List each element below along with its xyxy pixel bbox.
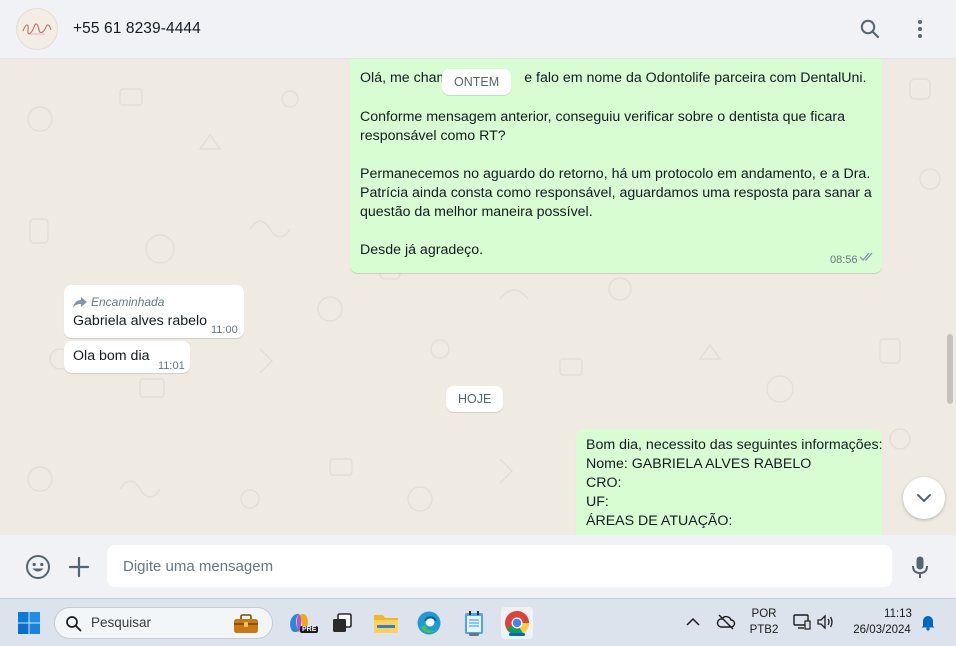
incoming-message[interactable]: Encaminhada Gabriela alves rabelo 11:00 — [64, 285, 244, 338]
message-text: Olá, me cham e falo em nome da Odontolif… — [360, 69, 866, 88]
forwarded-label: Encaminhada — [91, 295, 165, 309]
message-line: questão da melhor maneira possível. — [360, 204, 593, 220]
contact-avatar[interactable] — [16, 8, 58, 50]
message-input[interactable] — [107, 545, 892, 587]
volume-icon[interactable] — [816, 612, 836, 632]
forwarded-indicator: Encaminhada — [73, 293, 164, 312]
read-ticks-icon — [859, 252, 873, 261]
chat-header: +55 61 8239-4444 — [0, 0, 956, 59]
taskbar-notepad[interactable] — [458, 607, 490, 639]
forward-arrow-icon — [73, 297, 87, 308]
network-icon[interactable] — [792, 612, 812, 632]
date-separator-yesterday: ONTEM — [442, 69, 512, 95]
task-view-icon — [333, 613, 352, 632]
message-line: Nome: GABRIELA ALVES RABELO — [586, 456, 812, 472]
edge-browser-icon — [417, 611, 441, 635]
taskbar-chrome[interactable] — [501, 607, 533, 639]
windows-taskbar: Pesquisar PRE POR PTB2 11:13 26/03/2024 — [0, 598, 956, 646]
plus-icon[interactable] — [66, 554, 92, 580]
message-line: responsável como RT? — [360, 128, 506, 144]
microphone-icon[interactable] — [907, 554, 933, 580]
windows-logo-icon — [18, 612, 40, 634]
incoming-message[interactable]: Ola bom dia 11:01 — [64, 341, 190, 373]
outgoing-message[interactable]: Olá, me cham e falo em nome da Odontolif… — [350, 59, 882, 273]
search-icon — [66, 616, 82, 632]
taskbar-file-explorer[interactable] — [370, 607, 402, 639]
kebab-menu-icon[interactable] — [908, 17, 932, 41]
scroll-to-bottom-button[interactable] — [903, 477, 945, 519]
clock-date[interactable]: 26/03/2024 — [848, 624, 916, 636]
notification-bell-icon[interactable] — [919, 613, 937, 631]
taskbar-copilot[interactable]: PRE — [283, 607, 319, 639]
message-time: 11:00 — [211, 324, 238, 336]
message-text: Ola bom dia — [73, 348, 150, 364]
message-line: CRO: — [586, 475, 622, 491]
emoji-icon[interactable] — [25, 554, 51, 580]
message-text: Gabriela alves rabelo — [73, 313, 208, 329]
active-window-indicator — [509, 633, 525, 636]
taskbar-task-view[interactable] — [326, 607, 358, 639]
message-line: Patrícia ainda consta como responsável, … — [360, 185, 872, 201]
chevron-down-icon — [917, 494, 931, 502]
taskbar-edge[interactable] — [413, 607, 445, 639]
message-line: Conforme mensagem anterior, conseguiu ve… — [360, 109, 845, 125]
message-composer — [0, 535, 956, 598]
message-line: Olá, me cham — [360, 70, 449, 86]
message-line: e falo em nome da Odontolife parceira co… — [524, 70, 867, 86]
message-time: 11:01 — [158, 360, 185, 372]
folder-icon — [374, 615, 398, 633]
briefcase-icon — [234, 614, 258, 633]
date-separator-today: HOJE — [446, 386, 504, 412]
business-logo-icon — [22, 23, 52, 35]
message-line: UF: — [586, 494, 609, 510]
chat-area[interactable]: Olá, me cham e falo em nome da Odontolif… — [0, 59, 956, 535]
language-code[interactable]: POR — [749, 608, 779, 620]
preview-badge: PRE — [300, 626, 319, 633]
chevron-up-icon[interactable] — [686, 616, 700, 628]
keyboard-layout[interactable]: PTB2 — [748, 624, 780, 636]
contact-name[interactable]: +55 61 8239-4444 — [73, 20, 201, 38]
message-line: Bom dia, necessito das seguintes informa… — [586, 437, 883, 453]
message-line: Permanecemos no aguardo do retorno, há u… — [360, 166, 871, 182]
message-time: 08:56 — [830, 254, 858, 266]
taskbar-search-box[interactable]: Pesquisar — [54, 607, 273, 639]
message-text: Bom dia, necessito das seguintes informa… — [586, 436, 883, 531]
start-button[interactable] — [13, 607, 45, 639]
message-paragraph: Permanecemos no aguardo do retorno, há u… — [360, 165, 872, 222]
message-line: ÁREAS DE ATUAÇÃO: — [586, 513, 733, 529]
taskbar-search-placeholder: Pesquisar — [91, 615, 152, 630]
message-line: Desde já agradeço. — [360, 242, 484, 258]
running-indicator — [469, 633, 479, 636]
outgoing-message[interactable]: Bom dia, necessito das seguintes informa… — [576, 429, 883, 535]
message-paragraph: Conforme mensagem anterior, conseguiu ve… — [360, 108, 845, 146]
search-icon[interactable] — [858, 17, 882, 41]
cloud-offline-icon[interactable] — [716, 612, 736, 632]
chat-scrollbar[interactable] — [947, 334, 953, 404]
